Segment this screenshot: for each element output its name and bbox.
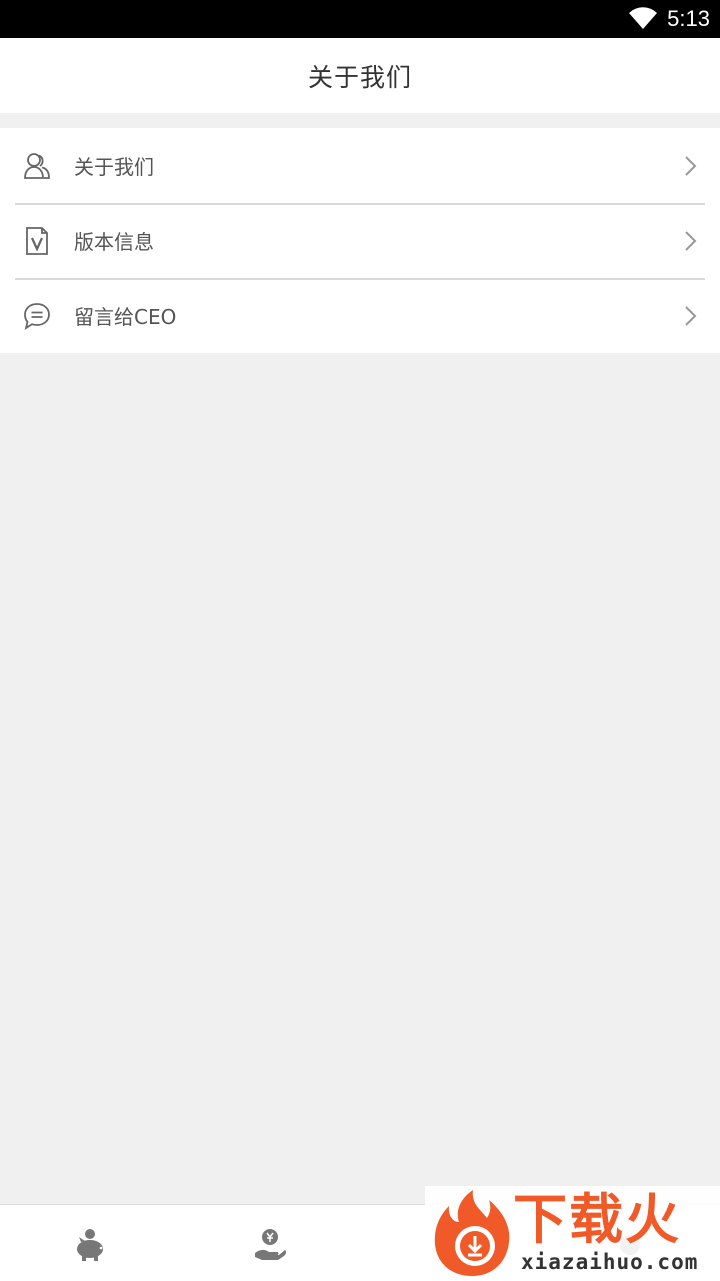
menu-list: 关于我们 版本信息 留言给CEO [0,128,720,353]
version-document-icon [26,226,48,255]
menu-item-about-us[interactable]: 关于我们 [0,128,720,203]
watermark-text-cn: 下载火 [513,1188,681,1251]
menu-item-label: 留言给CEO [74,305,177,329]
watermark-text-en: xiazaihuo.com [521,1250,699,1274]
users-icon [24,152,50,179]
menu-item-message-ceo[interactable]: 留言给CEO [0,278,720,353]
menu-item-label: 版本信息 [74,230,154,254]
menu-item-version-info[interactable]: 版本信息 [0,203,720,278]
status-time: 5:13 [667,6,710,31]
status-bar: 5:13 [0,0,720,38]
hand-coin-icon [255,1229,287,1260]
wifi-icon [629,7,657,30]
chat-bubble-icon [24,302,50,330]
tab-savings[interactable] [0,1205,180,1281]
chevron-right-icon [685,305,697,326]
watermark: 下载火 xiazaihuo.com [425,1186,720,1280]
menu-item-label: 关于我们 [74,155,154,179]
page-title: 关于我们 [307,62,412,92]
chevron-right-icon [685,230,697,251]
flame-download-logo-icon [434,1190,510,1276]
piggy-bank-icon [77,1229,103,1261]
tab-finance[interactable] [180,1205,360,1281]
chevron-right-icon [685,155,697,176]
title-bar: 关于我们 [0,38,720,113]
